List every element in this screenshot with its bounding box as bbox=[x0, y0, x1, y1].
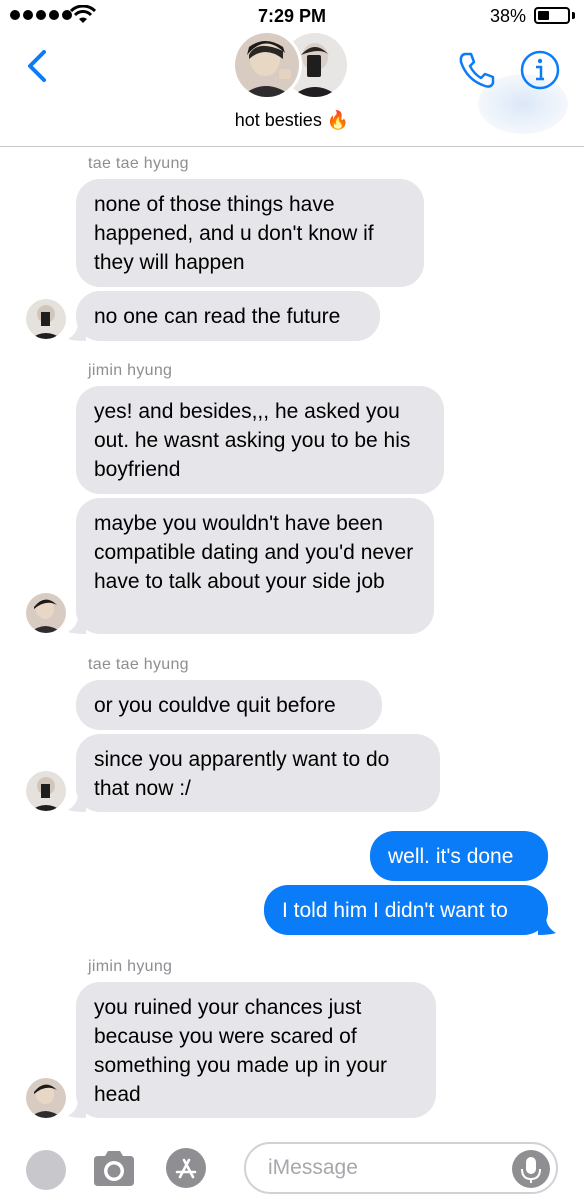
bubble-tail bbox=[68, 794, 86, 812]
avatar bbox=[26, 593, 66, 633]
info-icon[interactable] bbox=[518, 48, 562, 92]
incoming-message[interactable]: since you apparently want to do that now… bbox=[76, 734, 440, 812]
incoming-message[interactable]: maybe you wouldn't have been compatible … bbox=[76, 498, 434, 634]
incoming-message[interactable]: you ruined your chances just because you… bbox=[76, 982, 436, 1118]
imessage-placeholder: iMessage bbox=[268, 1156, 358, 1179]
outgoing-message[interactable]: I told him I didn't want to bbox=[264, 885, 548, 935]
bubble-tail bbox=[68, 323, 86, 341]
group-name[interactable]: hot besties 🔥 bbox=[0, 110, 584, 131]
incoming-message[interactable]: or you couldve quit before bbox=[76, 680, 382, 730]
battery-icon bbox=[534, 7, 570, 24]
bubble-tail bbox=[538, 917, 556, 935]
sender-name: jimin hyung bbox=[88, 958, 173, 975]
conversation-header: hot besties 🔥 bbox=[0, 30, 584, 147]
avatar bbox=[26, 299, 66, 339]
outgoing-message[interactable]: well. it's done bbox=[370, 831, 548, 881]
avatar bbox=[26, 1078, 66, 1118]
incoming-message[interactable]: yes! and besides,,, he asked you out. he… bbox=[76, 386, 444, 494]
microphone-icon[interactable] bbox=[512, 1150, 550, 1188]
imessage-input[interactable]: iMessage bbox=[244, 1142, 558, 1194]
battery-tip bbox=[572, 12, 575, 19]
back-chevron-icon[interactable] bbox=[18, 46, 58, 86]
avatar bbox=[26, 771, 66, 811]
expand-button[interactable] bbox=[26, 1150, 66, 1190]
sender-name: tae tae hyung bbox=[88, 155, 189, 172]
battery-level bbox=[538, 11, 549, 20]
camera-icon[interactable] bbox=[90, 1146, 138, 1190]
avatar bbox=[232, 30, 302, 100]
battery-percentage: 38% bbox=[489, 6, 526, 26]
app-store-icon[interactable] bbox=[164, 1146, 208, 1190]
group-avatars[interactable] bbox=[232, 30, 352, 100]
phone-icon[interactable] bbox=[455, 48, 499, 92]
sender-name: tae tae hyung bbox=[88, 656, 189, 673]
bubble-tail bbox=[68, 616, 86, 634]
incoming-message[interactable]: no one can read the future bbox=[76, 291, 380, 341]
bubble-tail bbox=[68, 1100, 86, 1118]
incoming-message[interactable]: none of those things have happened, and … bbox=[76, 179, 424, 287]
compose-bar: iMessage bbox=[0, 1130, 584, 1200]
sender-name: jimin hyung bbox=[88, 362, 173, 379]
